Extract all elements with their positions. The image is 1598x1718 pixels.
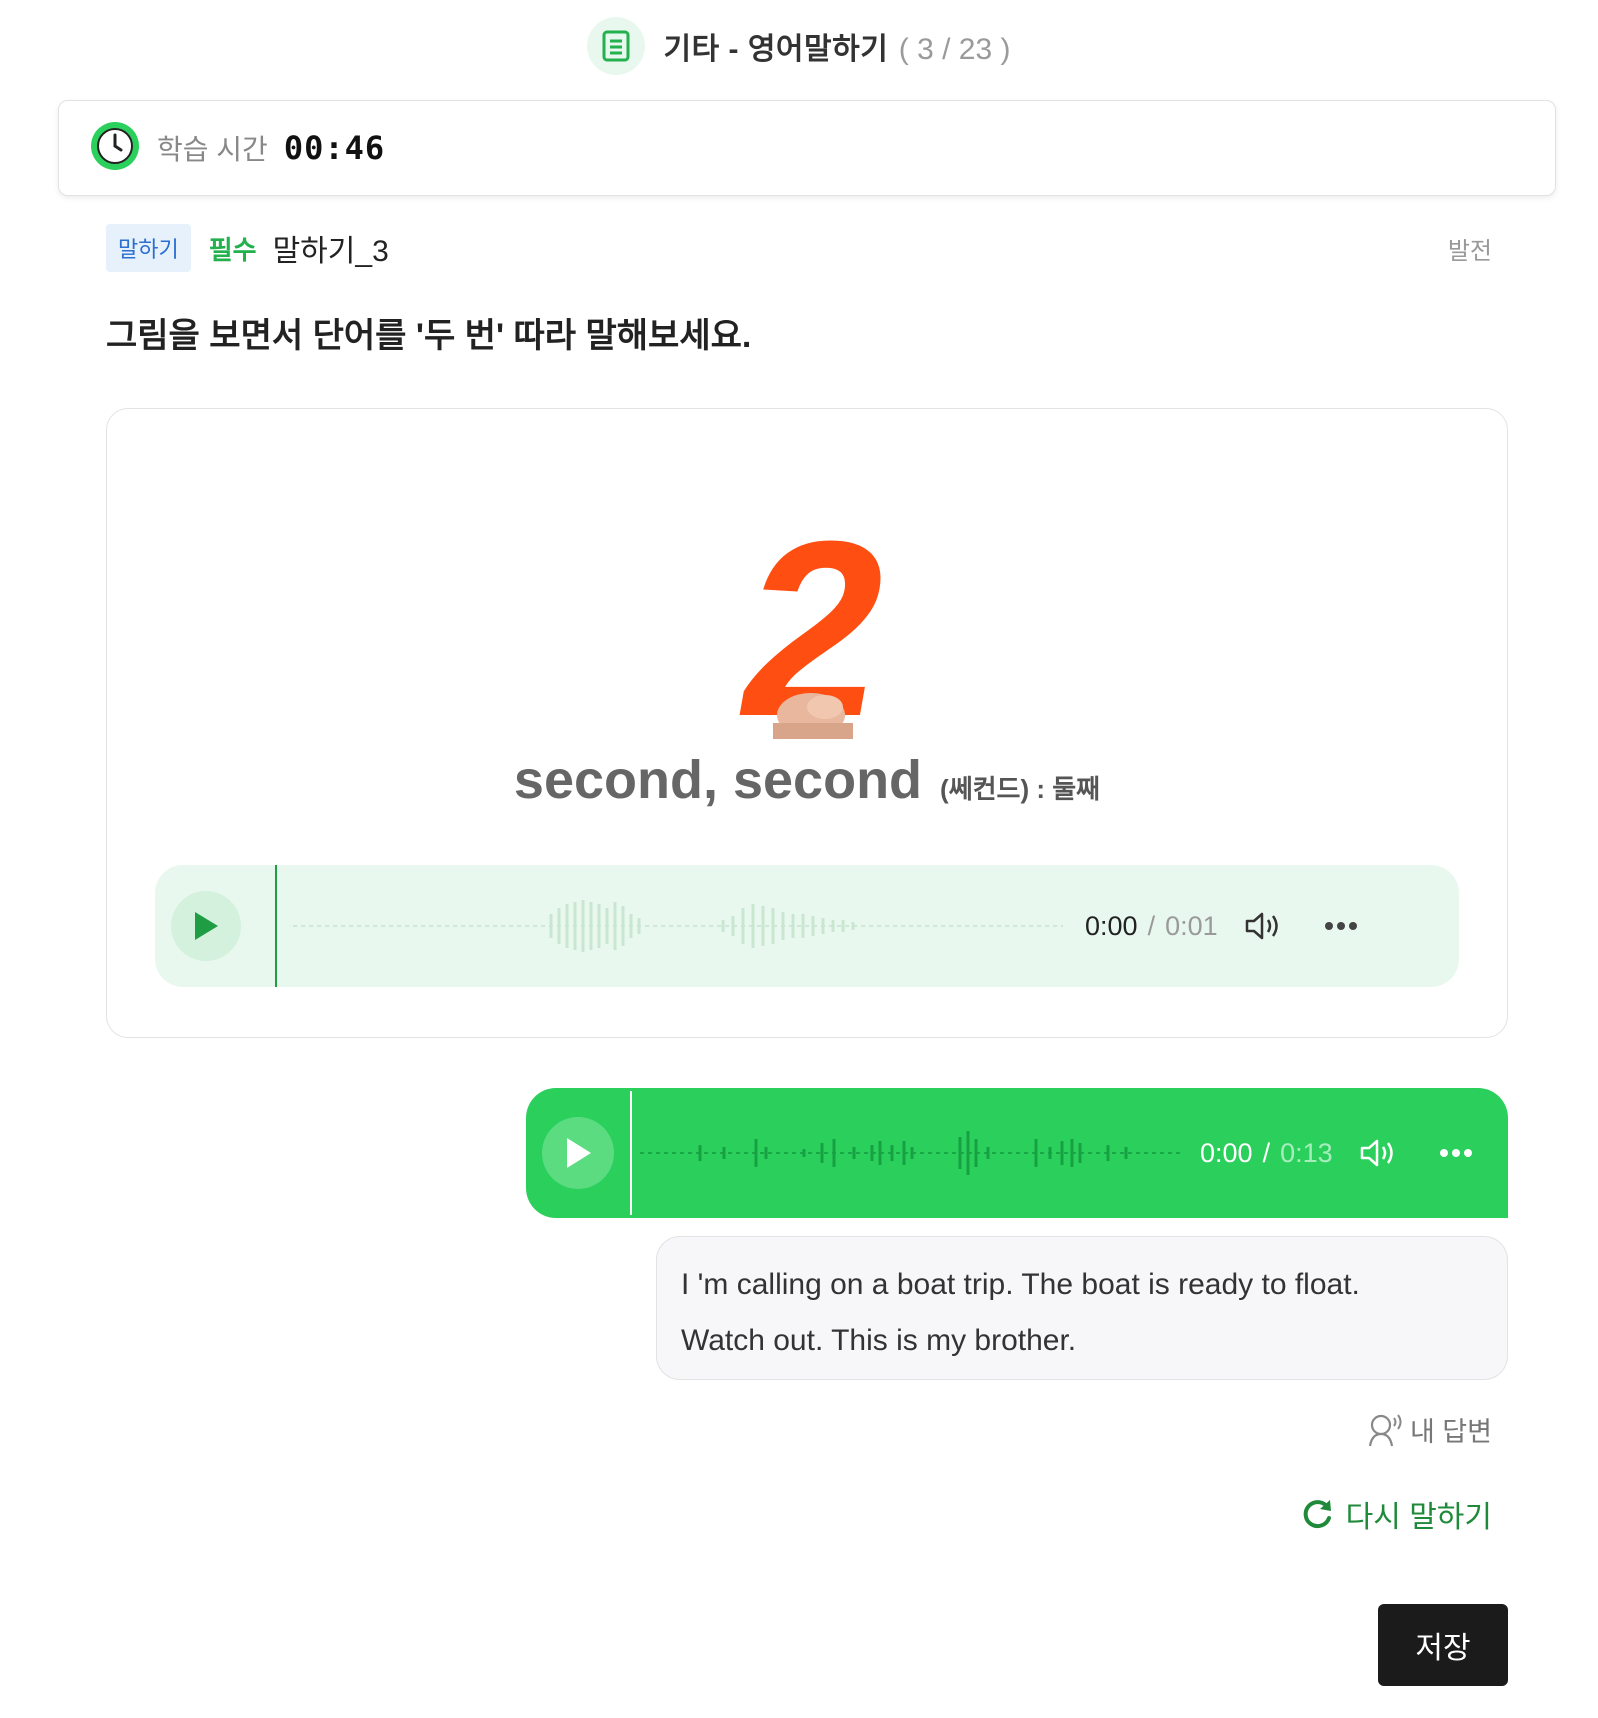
my-answer-label: 내 답변: [1366, 1410, 1492, 1449]
target-word: second, second: [513, 750, 923, 810]
retry-label: 다시 말하기: [1345, 1501, 1492, 1534]
playhead[interactable]: [630, 1091, 632, 1215]
question-name: 말하기_3: [272, 235, 389, 268]
refresh-icon: [1303, 1500, 1331, 1529]
word-line: second, second (쎄컨드) : 둘째: [107, 749, 1507, 811]
required-badge: 필수: [208, 234, 257, 265]
number-two-image: 2: [707, 490, 909, 769]
document-icon: [587, 17, 646, 75]
progress-counter: ( 3 / 23 ): [898, 33, 1011, 66]
model-audio-player: 0:00 / 0:01: [155, 865, 1459, 987]
timer-label: 학습 시간: [157, 134, 268, 165]
answer-transcript: I 'm calling on a boat trip. The boat is…: [656, 1236, 1508, 1380]
model-play-button[interactable]: [171, 891, 241, 961]
top-bar: 기타 - 영어말하기 ( 3 / 23 ): [0, 0, 1598, 92]
page-title: 기타 - 영어말하기: [663, 33, 889, 66]
answer-play-button[interactable]: [542, 1117, 614, 1189]
transcript-line: I 'm calling on a boat trip. The boat is…: [681, 1268, 1360, 1301]
my-answer-player: 0:00 / 0:13: [526, 1088, 1508, 1218]
clock-icon: [89, 120, 141, 177]
model-duration: 0:01: [1165, 910, 1218, 941]
volume-icon[interactable]: [1359, 1137, 1399, 1169]
instruction-text: 그림을 보면서 단어를 '두 번' 따라 말해보세요.: [106, 317, 752, 355]
answer-waveform[interactable]: [640, 1123, 1180, 1183]
volume-icon[interactable]: [1244, 910, 1284, 942]
retry-button[interactable]: 다시 말하기: [1300, 1492, 1492, 1536]
my-answer-text: 내 답변: [1409, 1417, 1492, 1447]
play-icon: [567, 1138, 591, 1168]
time-separator: /: [1262, 1137, 1271, 1168]
model-waveform[interactable]: [293, 896, 1063, 956]
word-card: 2 second, second (쎄컨드) : 둘째 0:00 / 0:01: [106, 408, 1508, 1038]
timer-value: 00:46: [283, 129, 386, 167]
type-badge: 말하기: [106, 224, 191, 272]
answer-duration: 0:13: [1280, 1137, 1333, 1168]
playhead[interactable]: [275, 865, 277, 987]
word-meaning: (쎄컨드) : 둘째: [940, 774, 1101, 804]
play-icon: [195, 912, 218, 940]
more-icon[interactable]: [1439, 1148, 1473, 1158]
level-label: 발전: [1447, 237, 1492, 265]
speaking-person-icon: [1368, 1413, 1402, 1446]
question-header: 말하기 필수 말하기_3 발전: [106, 224, 1492, 272]
transcript-line: Watch out. This is my brother.: [681, 1324, 1077, 1357]
save-label: 저장: [1415, 1632, 1471, 1665]
study-timer: 학습 시간 00:46: [58, 100, 1556, 196]
answer-current-time: 0:00: [1200, 1137, 1253, 1168]
more-icon[interactable]: [1324, 921, 1358, 931]
save-button[interactable]: 저장: [1378, 1604, 1508, 1686]
time-separator: /: [1147, 910, 1156, 941]
model-current-time: 0:00: [1085, 910, 1138, 941]
